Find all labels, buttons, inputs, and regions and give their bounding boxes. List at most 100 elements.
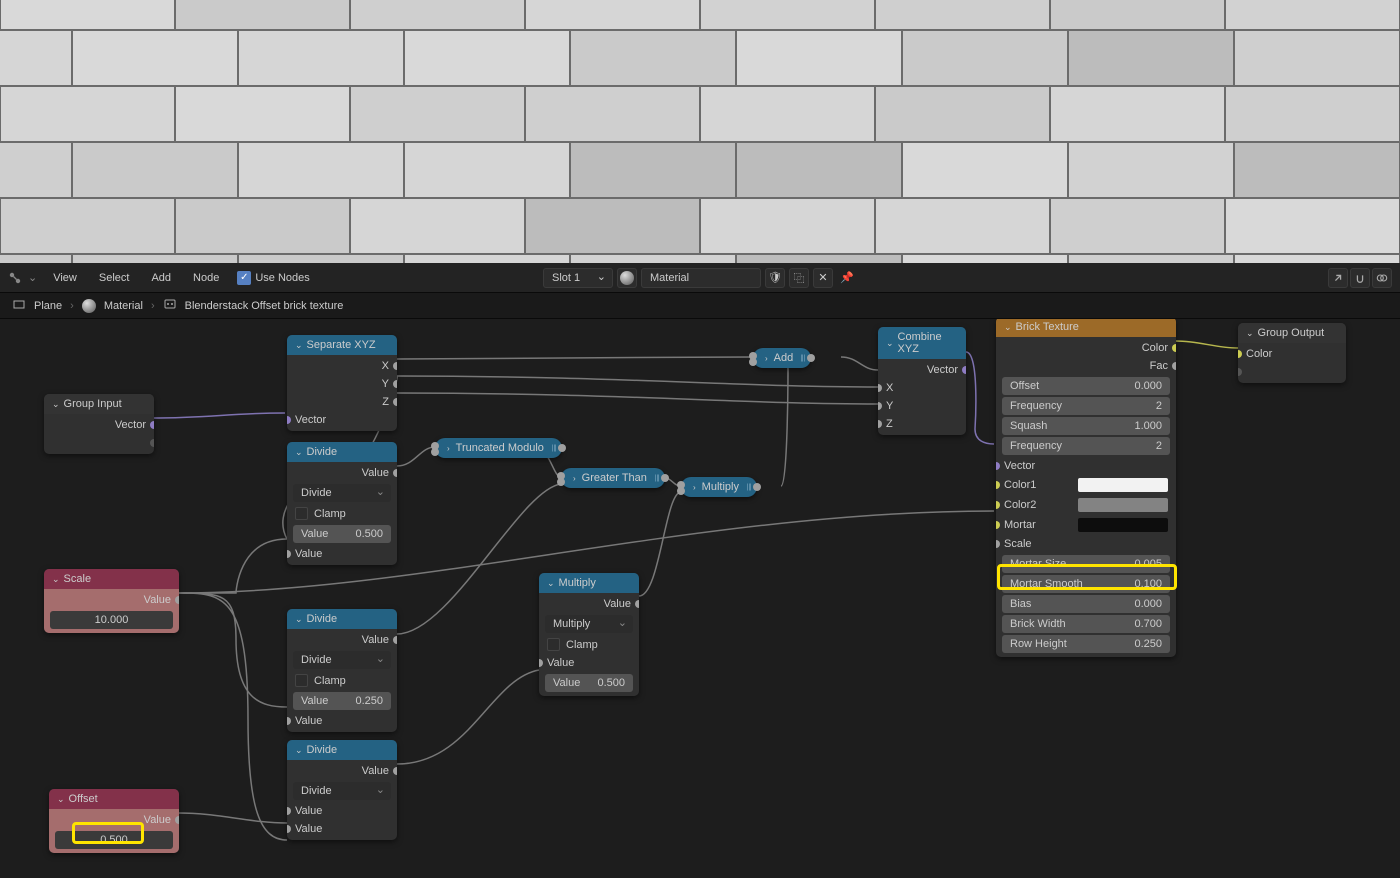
operation-dropdown[interactable]: Divide [293, 484, 391, 502]
node-divide-2[interactable]: ⌄Divide Value Divide Clamp Value0.250 Va… [287, 609, 397, 732]
slot-selector[interactable]: Slot 1 [543, 268, 613, 288]
socket-blank-out[interactable] [44, 434, 154, 452]
node-offset[interactable]: ⌄Offset Value 0.500 [49, 789, 179, 853]
value-field[interactable]: Value0.500 [293, 525, 391, 543]
socket-y-in[interactable]: Y [878, 397, 966, 415]
socket-value-out[interactable]: Value [287, 762, 397, 780]
row-height-field[interactable]: Row Height0.250 [1002, 635, 1170, 653]
node-separate-xyz[interactable]: ⌄Separate XYZ X Y Z Vector [287, 335, 397, 431]
socket-x-in[interactable]: X [878, 379, 966, 397]
menu-add[interactable]: Add [141, 268, 181, 288]
operation-dropdown[interactable]: Divide [293, 651, 391, 669]
socket-value-out[interactable]: Value [44, 591, 179, 609]
brick-width-field[interactable]: Brick Width0.700 [1002, 615, 1170, 633]
fake-user-icon[interactable]: 🛡 [765, 268, 785, 288]
clamp-checkbox[interactable]: Clamp [539, 635, 639, 654]
use-nodes-toggle[interactable]: Use Nodes [237, 271, 309, 285]
mortar-size-field[interactable]: Mortar Size0.005 [1002, 555, 1170, 573]
socket-z-out[interactable]: Z [287, 393, 397, 411]
editor-type-icon[interactable] [8, 271, 22, 285]
node-header[interactable]: ⌄Divide [287, 740, 397, 760]
mortar-field[interactable]: Mortar [996, 515, 1176, 535]
snap-icon[interactable] [1350, 268, 1370, 288]
mortar-smooth-field[interactable]: Mortar Smooth0.100 [1002, 575, 1170, 593]
socket-vector-out[interactable]: Vector [44, 416, 154, 434]
value-field[interactable]: 10.000 [50, 611, 173, 629]
clamp-checkbox[interactable]: Clamp [287, 504, 397, 523]
bc-material[interactable]: Material [104, 300, 143, 312]
socket-value-in-1[interactable]: Value [287, 802, 397, 820]
socket-value-out[interactable]: Value [49, 811, 179, 829]
socket-blank-in[interactable] [1238, 363, 1346, 381]
socket-value-in[interactable]: Value [287, 545, 397, 563]
socket-value-out[interactable]: Value [539, 595, 639, 613]
material-ball-icon [82, 299, 96, 313]
value-field[interactable]: Value0.250 [293, 692, 391, 710]
menu-view[interactable]: View [43, 268, 87, 288]
socket-scale-in[interactable]: Scale [996, 535, 1176, 553]
value-field[interactable]: Value0.500 [545, 674, 633, 692]
node-truncated-modulo[interactable]: ›Truncated Modulo [435, 438, 562, 458]
socket-value-in[interactable]: Value [539, 654, 639, 672]
socket-value-out[interactable]: Value [287, 464, 397, 482]
pin-icon[interactable]: 📌 [837, 268, 857, 288]
socket-color-in[interactable]: Color [1238, 345, 1346, 363]
node-brick-texture[interactable]: ⌄Brick Texture Color Fac Offset0.000 Fre… [996, 319, 1176, 657]
frequency-field[interactable]: Frequency2 [1002, 397, 1170, 415]
node-header[interactable]: ⌄Group Input [44, 394, 154, 414]
node-greater-than[interactable]: ›Greater Than [561, 468, 665, 488]
socket-value-in[interactable]: Value [287, 712, 397, 730]
brick-wall-texture [0, 0, 1400, 263]
color1-field[interactable]: Color1 [996, 475, 1176, 495]
socket-value-in-2[interactable]: Value [287, 820, 397, 838]
socket-color-out[interactable]: Color [996, 339, 1176, 357]
node-add[interactable]: ›Add [753, 348, 811, 368]
bias-field[interactable]: Bias0.000 [1002, 595, 1170, 613]
offset-field[interactable]: Offset0.000 [1002, 377, 1170, 395]
browse-material-icon[interactable] [617, 268, 637, 288]
socket-vector-in[interactable]: Vector [287, 411, 397, 429]
node-combine-xyz[interactable]: ⌄Combine XYZ Vector X Y Z [878, 327, 966, 435]
node-editor-canvas[interactable]: ⌄Group Input Vector ⌄Separate XYZ X Y Z … [0, 319, 1400, 878]
bc-plane[interactable]: Plane [34, 300, 62, 312]
operation-dropdown[interactable]: Multiply [545, 615, 633, 633]
socket-vector-in[interactable]: Vector [996, 457, 1176, 475]
menu-select[interactable]: Select [89, 268, 140, 288]
node-multiply[interactable]: ⌄Multiply Value Multiply Clamp Value Val… [539, 573, 639, 696]
menu-node[interactable]: Node [183, 268, 229, 288]
value-field[interactable]: 0.500 [55, 831, 173, 849]
node-divide-3[interactable]: ⌄Divide Value Divide Value Value [287, 740, 397, 840]
node-group-output[interactable]: ⌄Group Output Color [1238, 323, 1346, 383]
node-group-input[interactable]: ⌄Group Input Vector [44, 394, 154, 454]
node-header[interactable]: ⌄Separate XYZ [287, 335, 397, 355]
overlay-icon[interactable] [1372, 268, 1392, 288]
node-divide-1[interactable]: ⌄Divide Value Divide Clamp Value0.500 Va… [287, 442, 397, 565]
node-header[interactable]: ⌄Multiply [539, 573, 639, 593]
socket-z-in[interactable]: Z [878, 415, 966, 433]
node-scale[interactable]: ⌄Scale Value 10.000 [44, 569, 179, 633]
unlink-icon[interactable]: ✕ [813, 268, 833, 288]
squash-field[interactable]: Squash1.000 [1002, 417, 1170, 435]
socket-y-out[interactable]: Y [287, 375, 397, 393]
clamp-checkbox[interactable]: Clamp [287, 671, 397, 690]
node-header[interactable]: ⌄Brick Texture [996, 319, 1176, 337]
node-header[interactable]: ⌄Divide [287, 609, 397, 629]
socket-x-out[interactable]: X [287, 357, 397, 375]
color2-field[interactable]: Color2 [996, 495, 1176, 515]
bc-group[interactable]: Blenderstack Offset brick texture [185, 300, 344, 312]
socket-value-out[interactable]: Value [287, 631, 397, 649]
material-name-field[interactable]: Material [641, 268, 761, 288]
node-multiply-mini[interactable]: ›Multiply [681, 477, 757, 497]
socket-fac-out[interactable]: Fac [996, 357, 1176, 375]
duplicate-icon[interactable]: ⿻ [789, 268, 809, 288]
frequency2-field[interactable]: Frequency2 [1002, 437, 1170, 455]
parent-group-icon[interactable] [1328, 268, 1348, 288]
node-header[interactable]: ⌄Group Output [1238, 323, 1346, 343]
operation-dropdown[interactable]: Divide [293, 782, 391, 800]
node-header[interactable]: ⌄Scale [44, 569, 179, 589]
socket-vector-out[interactable]: Vector [878, 361, 966, 379]
node-header[interactable]: ⌄Combine XYZ [878, 327, 966, 359]
node-header[interactable]: ⌄Divide [287, 442, 397, 462]
node-header[interactable]: ⌄Offset [49, 789, 179, 809]
nodegroup-icon [163, 297, 177, 314]
